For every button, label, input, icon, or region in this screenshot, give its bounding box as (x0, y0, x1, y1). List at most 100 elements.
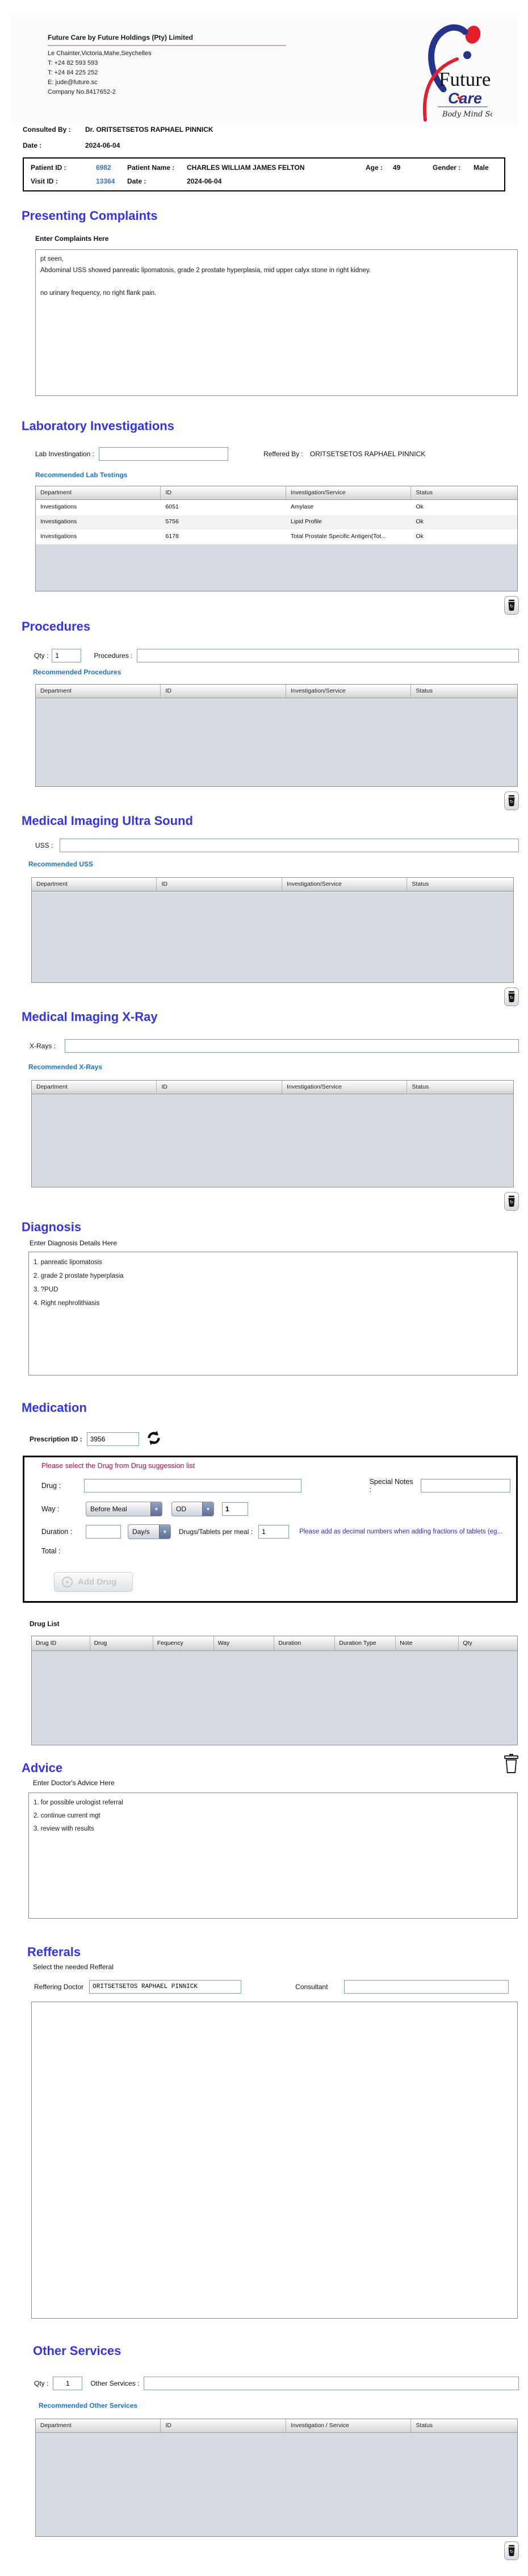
delete-advice-button[interactable] (504, 1753, 519, 1775)
other-services-body (36, 2433, 517, 2536)
recommended-procedures-link[interactable]: Recommended Procedures (33, 668, 528, 676)
frequency-select[interactable]: OD ▼ (171, 1502, 214, 1516)
way-qty-input[interactable] (222, 1502, 248, 1516)
col-way: Way (214, 1636, 275, 1650)
refferal-list-box[interactable] (31, 2002, 518, 2319)
total-label: Total : (41, 1547, 61, 1555)
uss-table-body (32, 891, 513, 982)
col-department: Department (36, 685, 161, 698)
patient-info-box: Patient ID : 6982 Patient Name : CHARLES… (23, 157, 505, 191)
table-row[interactable]: Investigations 6178 Total Prostate Speci… (36, 530, 517, 544)
patient-id-value: 6982 (96, 164, 111, 172)
drug-input[interactable] (83, 1479, 301, 1493)
letterhead: Future Care by Future Holdings (Pty) Lim… (10, 14, 518, 123)
procedures-table-body (36, 698, 517, 786)
company-number: Company No.8417652-2 (48, 88, 116, 95)
special-notes-label: Special Notes : (369, 1478, 413, 1494)
gender-label: Gender : (433, 164, 461, 172)
trash-icon: ↻ (508, 1195, 515, 1207)
consultant-input[interactable] (343, 1980, 509, 1994)
reffering-doctor-input[interactable] (89, 1980, 242, 1994)
delete-other-services-button[interactable]: ↻ (504, 2541, 519, 2560)
refresh-icon (148, 1431, 160, 1445)
advice-textarea[interactable]: 1. for possible urologist referral 2. co… (28, 1793, 518, 1919)
trash-icon: ↻ (508, 2545, 515, 2557)
per-meal-input[interactable] (258, 1525, 290, 1539)
visit-date-label: Date : (127, 177, 146, 185)
other-services-header: Department ID Investigation / Service St… (36, 2419, 517, 2433)
reffered-by-label: Reffered By : (263, 450, 303, 458)
xray-title: Medical Imaging X-Ray (22, 1010, 158, 1024)
drug-list-table: Drug ID Drug Fequency Way Duration Durat… (31, 1636, 518, 1745)
way-select[interactable]: Before Meal ▼ (86, 1502, 162, 1516)
consult-date-value: 2024-06-04 (85, 141, 120, 149)
delete-uss-button[interactable]: ↻ (504, 987, 519, 1006)
other-qty-label: Qty : (34, 2379, 49, 2387)
logo-word-care: Care (448, 90, 482, 107)
per-meal-label: Drugs/Tablets per meal : (179, 1528, 253, 1536)
special-notes-input[interactable] (420, 1479, 510, 1493)
recommended-xray-link[interactable]: Recommended X-Rays (28, 1063, 528, 1071)
col-investigation: Investigation / Service (286, 2419, 412, 2432)
uss-input[interactable] (60, 839, 519, 852)
xray-input[interactable] (65, 1039, 519, 1053)
cell-investigation: Amylase (290, 503, 314, 510)
recommended-lab-link[interactable]: Recommended Lab Testings (35, 471, 528, 479)
decimal-note: Please add as decimal numbers when addin… (299, 1528, 503, 1535)
duration-type-select[interactable]: Day/s ▼ (128, 1524, 171, 1539)
chevron-down-icon: ▼ (159, 1525, 170, 1539)
cell-department: Investigations (40, 533, 77, 540)
consult-date-label: Date : (23, 141, 42, 149)
company-info: Future Care by Future Holdings (Pty) Lim… (48, 20, 286, 123)
lab-investigation-input[interactable] (99, 447, 229, 461)
procedures-input[interactable] (137, 649, 519, 662)
company-name: Future Care by Future Holdings (Pty) Lim… (48, 32, 286, 46)
complaints-label: Enter Complaints Here (35, 235, 109, 243)
other-qty-input[interactable] (53, 2377, 83, 2390)
other-services-input[interactable] (144, 2377, 519, 2390)
complaints-textarea[interactable]: pt seen, Abdominal USS showed panreatic … (35, 249, 518, 396)
age-label: Age : (366, 164, 383, 172)
recommended-other-link[interactable]: Recommended Other Services (39, 2402, 528, 2410)
svg-text:↻: ↻ (510, 1200, 514, 1205)
way-selected-value: Before Meal (90, 1505, 127, 1513)
refresh-prescription-button[interactable] (146, 1430, 162, 1448)
recommended-uss-link[interactable]: Recommended USS (28, 860, 528, 868)
duration-label: Duration : (41, 1528, 73, 1536)
table-row[interactable]: Investigations 6051 Amylase Ok (36, 500, 517, 515)
add-drug-button[interactable]: + Add Drug (54, 1572, 133, 1592)
prescription-id-input[interactable] (86, 1432, 139, 1446)
company-phone1: T: +24 82 593 593 (48, 59, 98, 66)
cell-investigation: Total Prostate Specific Antigen(Tot... (290, 533, 387, 540)
frequency-selected-value: OD (176, 1505, 186, 1513)
procedures-qty-input[interactable] (52, 649, 82, 662)
cell-department: Investigations (40, 518, 77, 525)
gender-value: Male (473, 164, 489, 172)
delete-lab-button[interactable]: ↻ (504, 596, 519, 615)
age-value: 49 (393, 164, 401, 172)
svg-text:↻: ↻ (510, 995, 514, 1001)
procedures-table-header: Department ID Investigation/Service Stat… (36, 685, 517, 698)
col-status: Status (416, 2422, 433, 2429)
drug-suggestion-warning: Please select the Drug from Drug suggess… (41, 1462, 195, 1470)
delete-xray-button[interactable]: ↻ (504, 1192, 519, 1211)
duration-input[interactable] (86, 1525, 121, 1539)
heart-icon: ♥ (457, 94, 462, 103)
xray-table: Department ID Investigation/Service Stat… (31, 1080, 514, 1187)
laboratory-title: Laboratory Investigations (22, 419, 174, 433)
delete-procedures-button[interactable]: ↻ (504, 791, 519, 810)
procedures-table: Department ID Investigation/Service Stat… (35, 684, 518, 787)
col-department: Department (36, 2419, 161, 2432)
cell-status: Ok (416, 503, 424, 510)
cell-department: Investigations (40, 503, 77, 510)
col-id: ID (157, 1081, 282, 1094)
drug-list-label: Drug List (30, 1620, 60, 1628)
trash-icon: ↻ (508, 991, 515, 1003)
diagnosis-textarea[interactable]: 1. panreatic lipomatosis 2. grade 2 pros… (28, 1252, 518, 1375)
cell-status: Ok (416, 533, 424, 540)
svg-text:↻: ↻ (510, 604, 514, 609)
drug-label: Drug : (41, 1482, 61, 1490)
lab-table-body: Investigations 6051 Amylase Ok Investiga… (36, 500, 517, 591)
col-department: Department (36, 486, 161, 499)
table-row[interactable]: Investigations 5756 Lipid Profile Ok (36, 515, 517, 530)
